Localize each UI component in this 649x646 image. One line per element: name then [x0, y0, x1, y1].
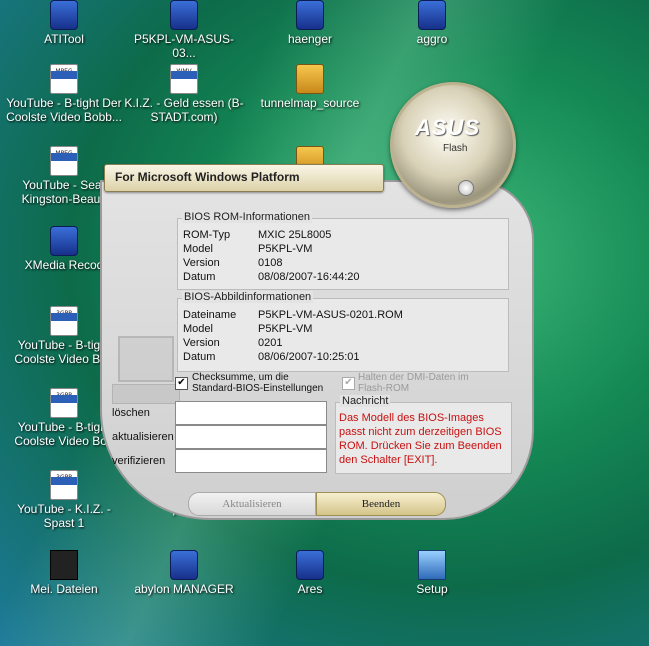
app-file-icon [170, 0, 198, 30]
desktop-icon[interactable]: tunnelmap_source [250, 64, 370, 110]
dark-file-icon [50, 550, 78, 580]
message-panel: Nachricht Das Modell des BIOS-Images pas… [335, 395, 512, 474]
erase-progress-field [175, 401, 327, 425]
wmv-file-icon: WMV [170, 64, 198, 94]
mpeg-file-icon: MPEG [50, 146, 78, 176]
desktop-icon[interactable]: aggro [372, 0, 492, 46]
setup-file-icon [418, 550, 446, 580]
computer-illustration-icon [112, 332, 182, 404]
verify-label: verifizieren [112, 455, 166, 467]
asus-flash-window: BIOS ROM-Informationen ROM-Typ MXIC 25L80… [100, 82, 534, 520]
desktop-icon-label: aggro [416, 32, 448, 46]
app-file-icon [170, 550, 198, 580]
3gp-file-icon: 3GPP [50, 470, 78, 500]
checksum-checkbox[interactable]: ✔ [175, 377, 188, 390]
desktop-icon[interactable]: MPEGYouTube - B-tight Der Coolste Video … [4, 64, 124, 124]
desktop-icon[interactable]: ATITool [4, 0, 124, 46]
dmi-checkbox: ✔ [342, 377, 355, 390]
mpeg-file-icon: MPEG [50, 64, 78, 94]
desktop-icon-label: Setup [416, 582, 448, 596]
desktop-icon[interactable]: Setup [372, 550, 492, 596]
desktop-icon-label: abylon MANAGER [134, 582, 234, 596]
window-knob-icon[interactable] [458, 180, 474, 196]
desktop-icon-label: P5KPL-VM-ASUS-03... [133, 32, 235, 60]
rom-info-caption: BIOS ROM-Informationen [182, 211, 312, 223]
erase-label: löschen [112, 407, 150, 419]
rom-info-panel: BIOS ROM-Informationen ROM-Typ MXIC 25L80… [177, 211, 509, 290]
desktop-icon-label: tunnelmap_source [260, 96, 360, 110]
desktop-icon-label: YouTube - B-tight Der Coolste Video Bobb… [6, 96, 122, 124]
dmi-label: Halten der DMI-Daten im Flash-ROM [358, 372, 469, 394]
app-file-icon [418, 0, 446, 30]
image-info-panel: BIOS-Abbildinformationen Dateiname P5KPL-… [177, 291, 509, 372]
desktop-icon[interactable]: Mei. Dateien [4, 550, 124, 596]
verify-progress-field [175, 449, 327, 473]
exit-button[interactable]: Beenden [316, 492, 446, 516]
desktop-icon-label: ATITool [44, 32, 84, 46]
desktop-icon[interactable]: haenger [250, 0, 370, 46]
image-info-caption: BIOS-Abbildinformationen [182, 291, 314, 303]
flash-window-body: BIOS ROM-Informationen ROM-Typ MXIC 25L80… [100, 180, 534, 520]
desktop-icon[interactable]: abylon MANAGER [124, 550, 244, 596]
app-file-icon [296, 550, 324, 580]
desktop-icon[interactable]: Ares [250, 550, 370, 596]
box-file-icon [296, 64, 324, 94]
app-file-icon [50, 226, 78, 256]
desktop-icon[interactable]: WMVK.I.Z. - Geld essen (B-STADT.com) [124, 64, 244, 124]
message-caption: Nachricht [340, 395, 391, 407]
desktop-icon[interactable]: P5KPL-VM-ASUS-03... [124, 0, 244, 60]
3gp-file-icon: 3GPP [50, 306, 78, 336]
flash-title-bar[interactable]: For Microsoft Windows Platform [104, 164, 384, 192]
checksum-label: Checksumme, um die Standard-BIOS-Einstel… [192, 372, 324, 394]
desktop-icon-label: Mei. Dateien [30, 582, 98, 596]
update-label: aktualisieren [112, 431, 174, 443]
desktop-icon-label: haenger [287, 32, 333, 46]
update-progress-field [175, 425, 327, 449]
app-file-icon [50, 0, 78, 30]
app-file-icon [296, 0, 324, 30]
desktop-icon-label: Ares [297, 582, 323, 596]
window-title: For Microsoft Windows Platform [115, 170, 300, 184]
desktop-icon-label: K.I.Z. - Geld essen (B-STADT.com) [124, 96, 244, 124]
update-button[interactable]: Aktualisieren [188, 492, 316, 516]
3gp-file-icon: 3GPP [50, 388, 78, 418]
message-text: Das Modell des BIOS-Images passt nicht z… [339, 412, 502, 466]
asus-flash-logo-icon: ASUS Flash [390, 82, 516, 208]
